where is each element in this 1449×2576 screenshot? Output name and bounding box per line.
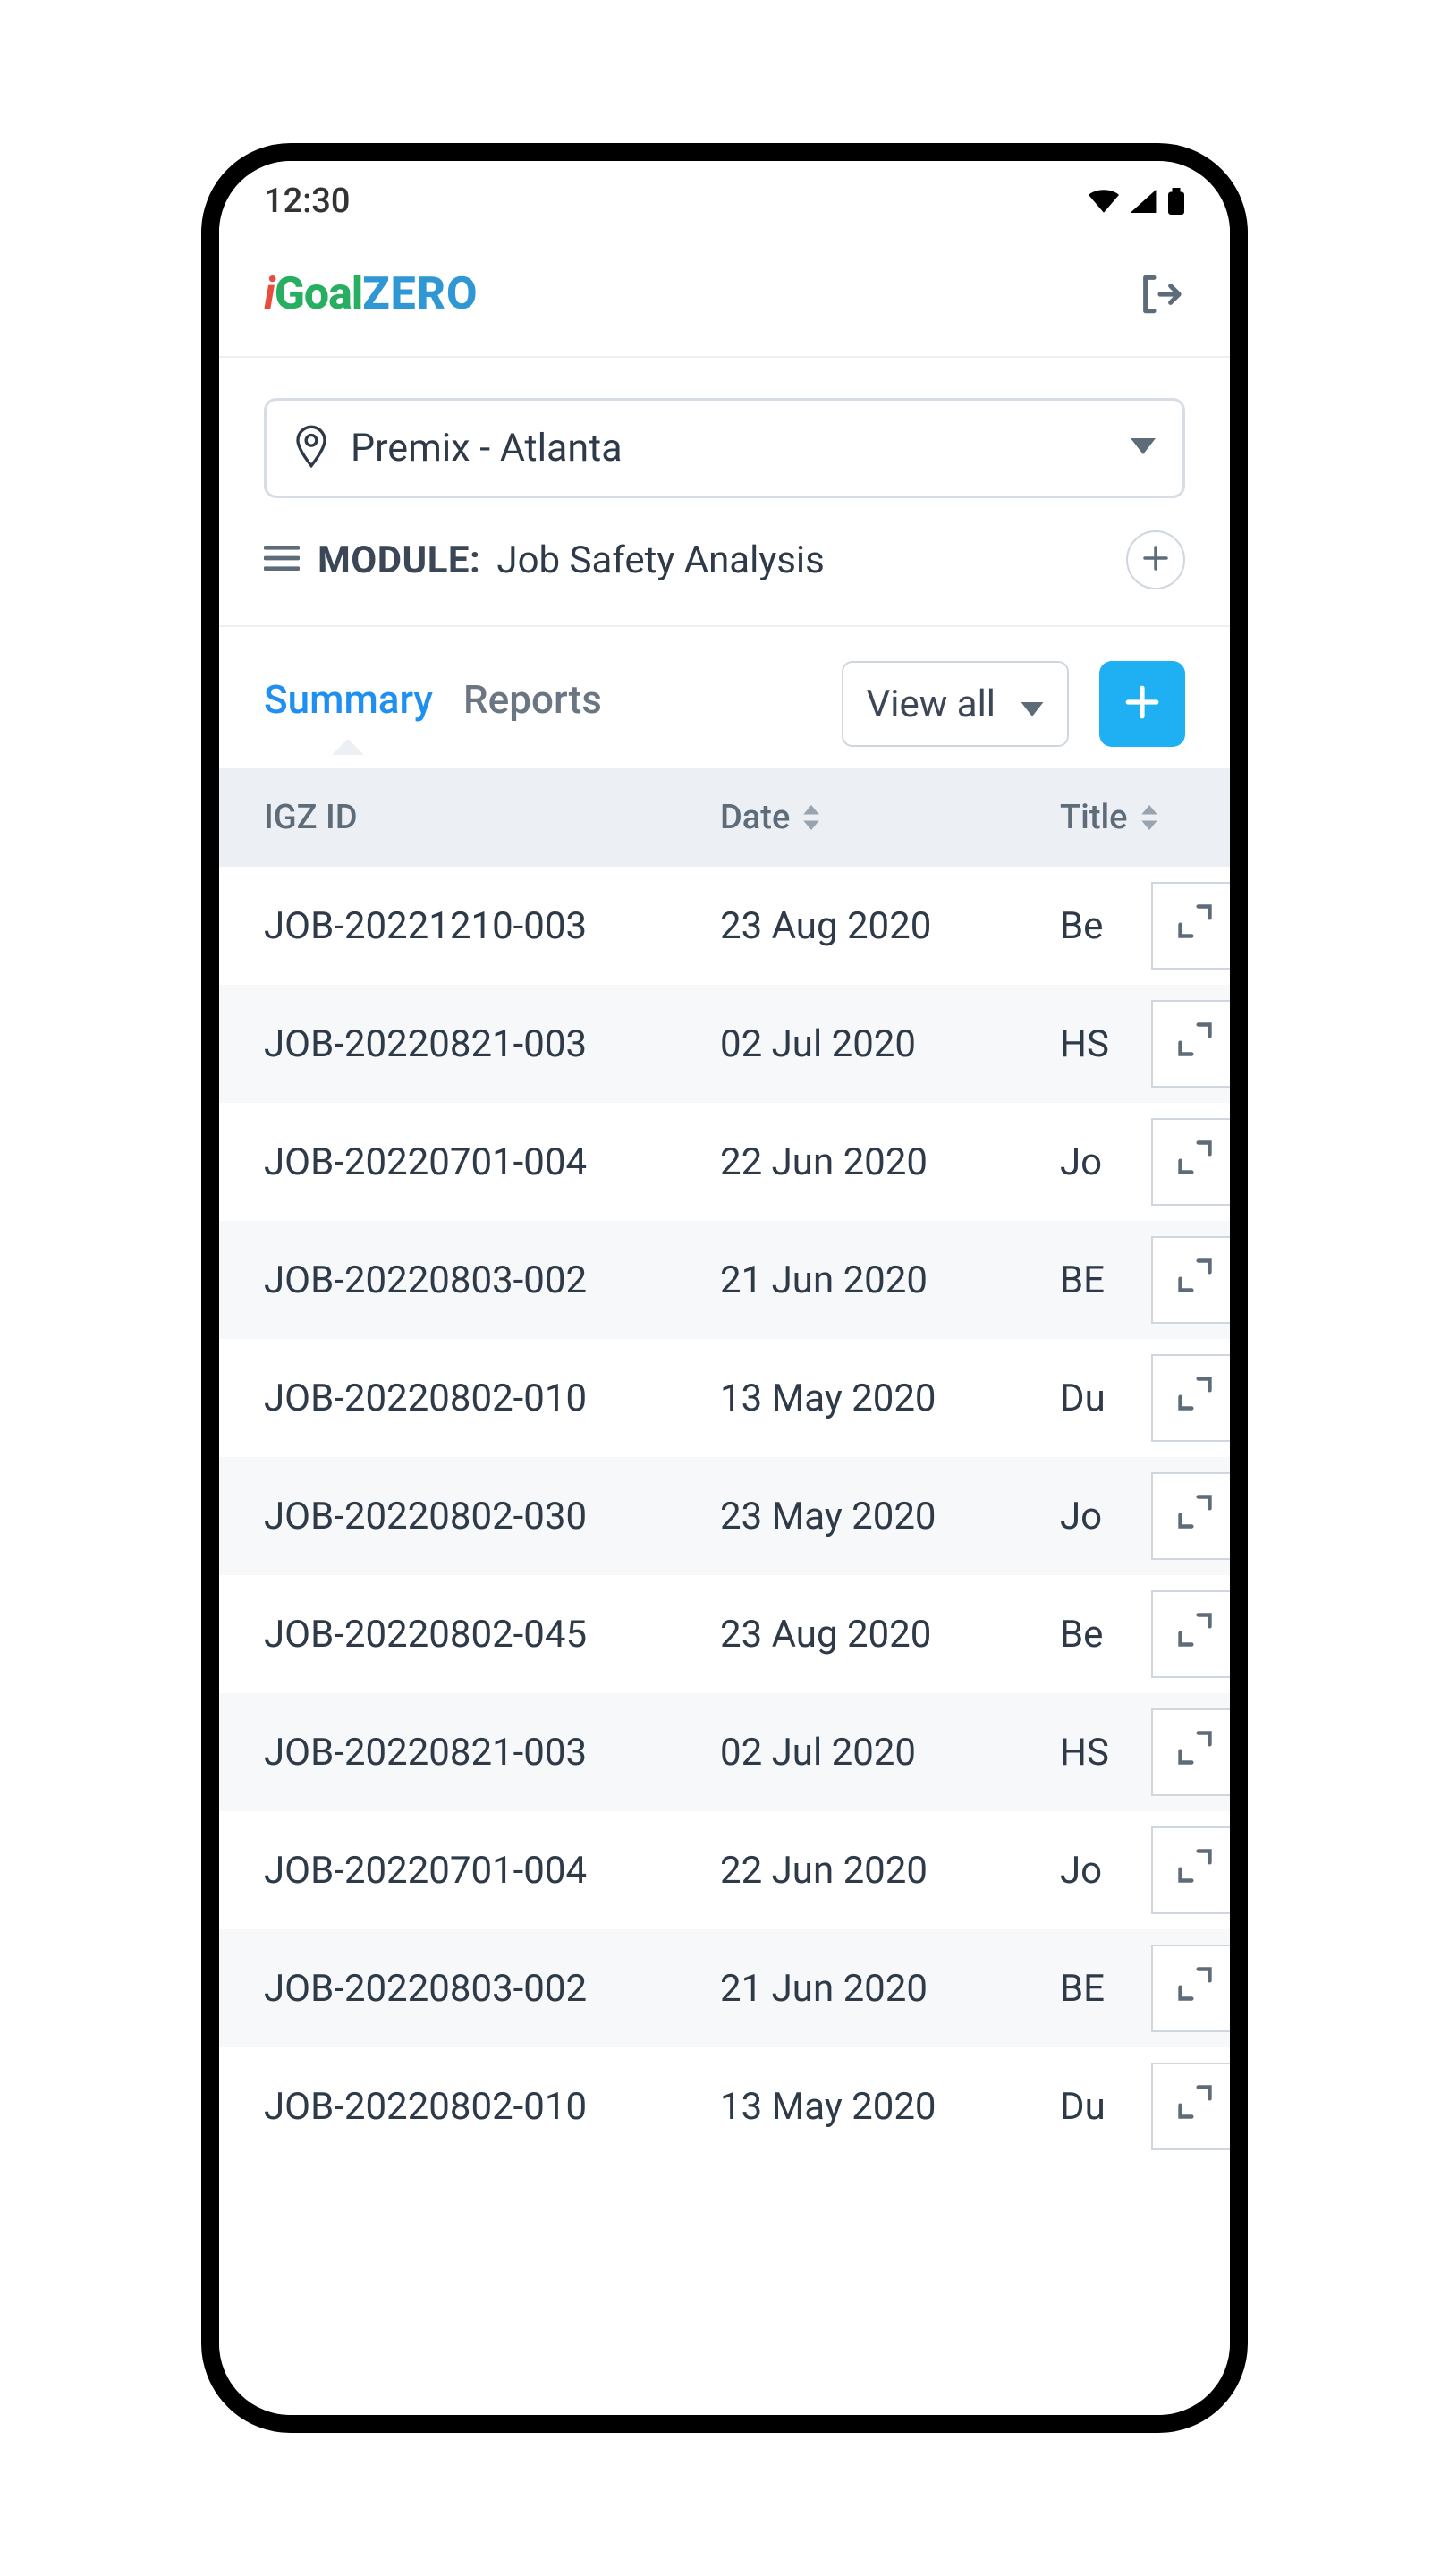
plus-icon [1123,683,1161,724]
app-logo: iGoalZERO [264,268,479,320]
logo-i: i [264,268,275,320]
module-text: MODULE: Job Safety Analysis [318,538,1108,582]
module-row: MODULE: Job Safety Analysis [219,498,1230,627]
cell-date: 02 Jul 2020 [720,1731,1060,1775]
chevron-down-icon [1021,682,1044,726]
expand-icon [1175,1728,1215,1777]
module-prefix: MODULE: [318,538,480,582]
cell-id: JOB-20220802-010 [264,1377,720,1420]
expand-icon [1175,1374,1215,1423]
cell-date: 21 Jun 2020 [720,1967,1060,2011]
battery-icon [1167,188,1185,215]
col-header-title[interactable]: Title [1060,798,1230,837]
expand-icon [1175,1492,1215,1541]
status-icons [1089,188,1185,215]
status-time: 12:30 [264,182,350,221]
cell-date: 23 May 2020 [720,1495,1060,1538]
view-all-select[interactable]: View all [842,661,1069,747]
table-body: JOB-20221210-00323 Aug 2020BeJOB-2022082… [219,867,1230,2165]
signal-icon [1130,190,1157,213]
logout-icon [1135,269,1185,319]
location-select[interactable]: Premix - Atlanta [264,398,1185,498]
cell-id: JOB-20220802-045 [264,1613,720,1657]
tabs-row: Summary Reports View all [219,627,1230,768]
wifi-icon [1089,190,1119,213]
cell-date: 23 Aug 2020 [720,904,1060,948]
add-record-button[interactable] [1099,661,1185,747]
menu-icon[interactable] [264,544,300,576]
cell-date: 02 Jul 2020 [720,1022,1060,1066]
expand-icon [1175,1964,1215,2013]
expand-row-button[interactable] [1151,1000,1230,1088]
cell-date: 21 Jun 2020 [720,1258,1060,1302]
sort-icon [801,805,822,830]
expand-row-button[interactable] [1151,1945,1230,2032]
cell-id: JOB-20220802-010 [264,2085,720,2129]
table-row[interactable]: JOB-20220821-00302 Jul 2020HS [219,985,1230,1103]
table-row[interactable]: JOB-20221210-00323 Aug 2020Be [219,867,1230,985]
expand-row-button[interactable] [1151,882,1230,970]
logo-zero: ZERO [362,268,478,320]
cell-date: 13 May 2020 [720,2085,1060,2129]
chevron-down-icon [1131,438,1156,458]
cell-id: JOB-20220803-002 [264,1967,720,2011]
table-row[interactable]: JOB-20220802-03023 May 2020Jo [219,1457,1230,1575]
table-row[interactable]: JOB-20220802-01013 May 2020Du [219,1339,1230,1457]
cell-id: JOB-20220821-003 [264,1022,720,1066]
col-header-title-label: Title [1060,798,1128,837]
location-section: Premix - Atlanta [219,358,1230,498]
tab-reports[interactable]: Reports [463,676,602,753]
expand-icon [1175,1610,1215,1659]
cell-id: JOB-20220701-004 [264,1849,720,1893]
expand-row-button[interactable] [1151,1708,1230,1796]
expand-icon [1175,1256,1215,1305]
phone-frame: 12:30 iGoalZERO [201,143,1248,2433]
expand-row-button[interactable] [1151,1826,1230,1914]
cell-id: JOB-20220701-004 [264,1140,720,1184]
cell-id: JOB-20220821-003 [264,1731,720,1775]
table-row[interactable]: JOB-20220701-00422 Jun 2020Jo [219,1103,1230,1221]
col-header-date-label: Date [720,798,790,837]
app-header: iGoalZERO [219,242,1230,358]
expand-row-button[interactable] [1151,2063,1230,2150]
screen: 12:30 iGoalZERO [219,161,1230,2415]
logo-goal: Goal [275,268,362,320]
expand-icon [1175,1138,1215,1187]
cell-id: JOB-20220803-002 [264,1258,720,1302]
plus-icon [1141,544,1170,576]
cell-date: 13 May 2020 [720,1377,1060,1420]
col-header-id[interactable]: IGZ ID [264,798,720,837]
tab-summary[interactable]: Summary [264,676,433,753]
expand-icon [1175,2082,1215,2131]
status-bar: 12:30 [219,161,1230,242]
table-row[interactable]: JOB-20220821-00302 Jul 2020HS [219,1693,1230,1811]
cell-id: JOB-20221210-003 [264,904,720,948]
table-row[interactable]: JOB-20220802-01013 May 2020Du [219,2047,1230,2165]
col-header-date[interactable]: Date [720,798,1060,837]
table-header: IGZ ID Date Title [219,768,1230,867]
location-label: Premix - Atlanta [351,426,1109,470]
expand-row-button[interactable] [1151,1236,1230,1324]
expand-icon [1175,1846,1215,1895]
location-pin-icon [293,425,329,471]
logout-button[interactable] [1135,269,1185,319]
expand-row-button[interactable] [1151,1472,1230,1560]
table-row[interactable]: JOB-20220701-00422 Jun 2020Jo [219,1811,1230,1929]
cell-date: 22 Jun 2020 [720,1849,1060,1893]
expand-row-button[interactable] [1151,1354,1230,1442]
expand-icon [1175,902,1215,951]
add-module-button[interactable] [1126,530,1185,589]
cell-date: 22 Jun 2020 [720,1140,1060,1184]
expand-icon [1175,1020,1215,1069]
view-all-label: View all [867,682,996,726]
table-row[interactable]: JOB-20220803-00221 Jun 2020BE [219,1221,1230,1339]
cell-date: 23 Aug 2020 [720,1613,1060,1657]
module-name: Job Safety Analysis [496,538,824,582]
table-row[interactable]: JOB-20220803-00221 Jun 2020BE [219,1929,1230,2047]
expand-row-button[interactable] [1151,1590,1230,1678]
sort-icon [1139,805,1160,830]
expand-row-button[interactable] [1151,1118,1230,1206]
cell-id: JOB-20220802-030 [264,1495,720,1538]
table-row[interactable]: JOB-20220802-04523 Aug 2020Be [219,1575,1230,1693]
